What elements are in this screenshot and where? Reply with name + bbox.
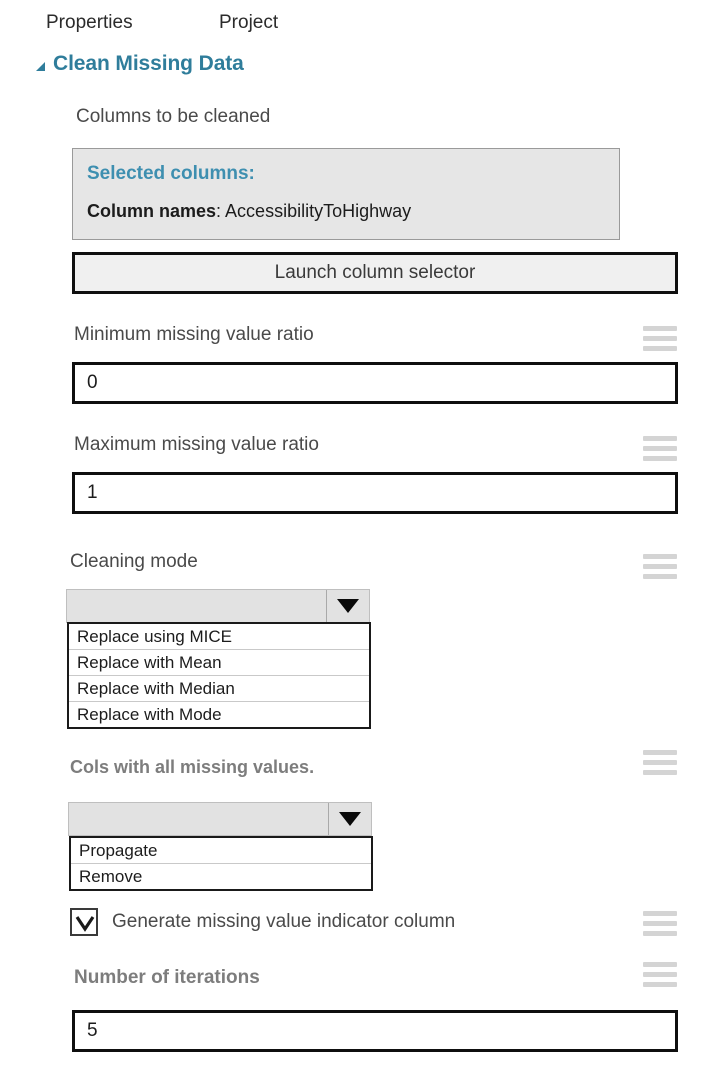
cleaning-mode-option-list[interactable]: Replace using MICE Replace with Mean Rep… — [67, 622, 371, 729]
hamburger-icon[interactable] — [643, 750, 677, 776]
number-of-iterations-input[interactable]: 5 — [72, 1010, 678, 1052]
all-missing-cols-option-list[interactable]: Propagate Remove — [69, 836, 373, 891]
launch-column-selector-button[interactable]: Launch column selector — [72, 252, 678, 294]
hamburger-bar — [643, 972, 677, 977]
column-names-label: Column names — [87, 201, 217, 221]
hamburger-bar — [643, 336, 677, 341]
hamburger-bar — [643, 911, 677, 916]
hamburger-bar — [643, 760, 677, 765]
chevron-down-glyph — [337, 599, 359, 613]
generate-indicator-column-checkbox[interactable] — [70, 908, 98, 936]
hamburger-icon[interactable] — [643, 554, 677, 580]
column-names-separator: : — [216, 201, 226, 221]
cleaning-mode-label: Cleaning mode — [70, 551, 198, 572]
hamburger-bar — [643, 574, 677, 579]
hamburger-bar — [643, 554, 677, 559]
all-missing-cols-option[interactable]: Propagate — [71, 838, 371, 864]
hamburger-icon[interactable] — [643, 436, 677, 462]
cleaning-mode-selected-value — [67, 590, 326, 622]
hamburger-bar — [643, 436, 677, 441]
hamburger-bar — [643, 921, 677, 926]
hamburger-bar — [643, 962, 677, 967]
all-missing-cols-selected-value — [69, 803, 328, 835]
chevron-down-glyph — [339, 812, 361, 826]
triangle-collapse-icon[interactable] — [36, 61, 45, 71]
hamburger-bar — [643, 326, 677, 331]
generate-indicator-column-label: Generate missing value indicator column — [112, 911, 456, 932]
chevron-down-icon[interactable] — [326, 590, 369, 622]
module-header[interactable]: Clean Missing Data — [36, 52, 244, 76]
selected-columns-row: Column names: AccessibilityToHighway — [87, 201, 411, 222]
hamburger-icon[interactable] — [643, 911, 677, 937]
selected-columns-panel: Selected columns: Column names: Accessib… — [72, 148, 620, 240]
cols-with-all-missing-values-label: Cols with all missing values. — [70, 757, 315, 777]
hamburger-bar — [643, 770, 677, 775]
hamburger-icon[interactable] — [643, 962, 677, 988]
chevron-down-icon[interactable] — [328, 803, 371, 835]
hamburger-bar — [643, 346, 677, 351]
minimum-missing-value-ratio-input[interactable]: 0 — [72, 362, 678, 404]
hamburger-bar — [643, 982, 677, 987]
cleaning-mode-option[interactable]: Replace with Median — [69, 676, 369, 702]
cleaning-mode-option[interactable]: Replace using MICE — [69, 624, 369, 650]
hamburger-bar — [643, 931, 677, 936]
tab-bar: Properties Project — [0, 10, 714, 38]
tab-project[interactable]: Project — [219, 10, 278, 36]
page-title: Clean Missing Data — [53, 52, 244, 75]
minimum-missing-value-ratio-label: Minimum missing value ratio — [74, 324, 314, 345]
hamburger-bar — [643, 446, 677, 451]
cleaning-mode-option[interactable]: Replace with Mode — [69, 702, 369, 727]
all-missing-cols-combobox[interactable] — [68, 802, 372, 836]
check-icon — [75, 916, 95, 932]
number-of-iterations-label: Number of iterations — [74, 967, 260, 988]
all-missing-cols-option[interactable]: Remove — [71, 864, 371, 889]
tab-properties[interactable]: Properties — [46, 10, 133, 36]
generate-indicator-column-row[interactable]: Generate missing value indicator column — [70, 908, 455, 936]
hamburger-bar — [643, 564, 677, 569]
hamburger-bar — [643, 456, 677, 461]
hamburger-bar — [643, 750, 677, 755]
cleaning-mode-combobox[interactable] — [66, 589, 370, 623]
maximum-missing-value-ratio-input[interactable]: 1 — [72, 472, 678, 514]
cleaning-mode-option[interactable]: Replace with Mean — [69, 650, 369, 676]
selected-columns-title: Selected columns: — [87, 163, 255, 184]
maximum-missing-value-ratio-label: Maximum missing value ratio — [74, 434, 319, 455]
column-names-value: AccessibilityToHighway — [225, 201, 412, 221]
hamburger-icon[interactable] — [643, 326, 677, 352]
columns-to-be-cleaned-label: Columns to be cleaned — [76, 106, 271, 127]
